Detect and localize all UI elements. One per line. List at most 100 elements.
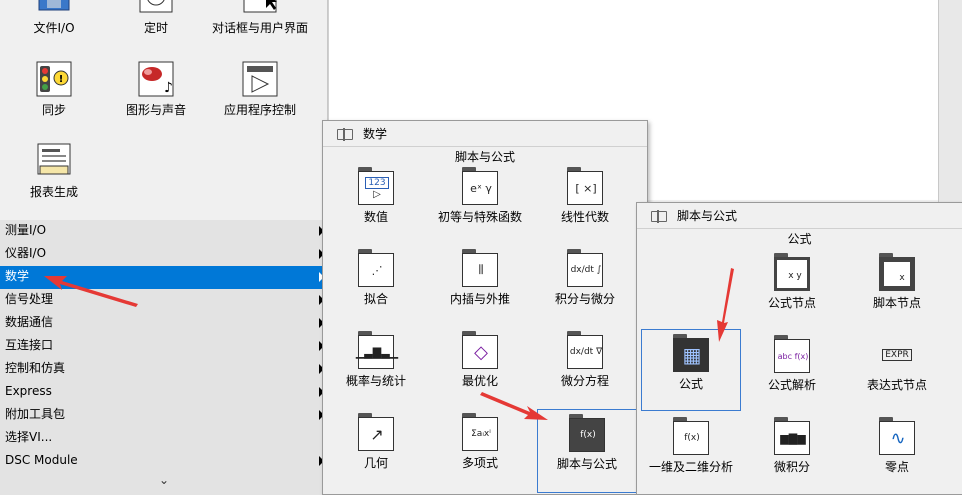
probability-icon: ▁▃▇▃▁ [356,331,398,371]
script-formula-icon: f(x) [567,414,607,454]
palette-item-formula[interactable]: ▦ 公式 [641,329,741,411]
graphics-sound-icon: ♪ [138,61,174,97]
subpalette-title: 数学 [363,127,388,141]
subpalette-title-bar: 数学 [323,121,647,147]
menu-item-connectivity[interactable]: 互连接口 [0,335,328,358]
menu-item-label: 测量I/O [5,223,47,237]
labview-palette-screen: 文件I/O 定时 对话框与用户界面 ! 同步 ♪ 图形与声音 应用程序控制 报表… [0,0,962,495]
palette-item-report[interactable]: 报表生成 [4,142,104,200]
menu-item-select-vi[interactable]: 选择VI... [0,427,328,450]
menu-item-label: 仪器I/O [5,246,47,260]
palette-item-sync[interactable]: ! 同步 [4,60,104,118]
palette-item-label: 微积分 [773,460,810,474]
palette-item-script-node[interactable]: x 脚本节点 [847,253,947,311]
subpalette-title: 脚本与公式 [677,209,738,223]
palette-item-graphics-sound[interactable]: ♪ 图形与声音 [106,60,206,118]
palette-item-label: 脚本与公式 [556,457,617,471]
sync-icon: ! [36,61,72,97]
subpalette-title-bar: 脚本与公式 [637,203,962,229]
palette-item-formula-parsing[interactable]: abc f(x) 公式解析 [742,335,842,393]
palette-item-interpolation[interactable]: ⫼ 内插与外推 [430,249,530,307]
palette-item-integration[interactable]: dx/dt ∫ 积分与微分 [535,249,635,307]
palette-item-label: 内插与外推 [449,292,510,306]
menu-item-control-simulation[interactable]: 控制和仿真 [0,358,328,381]
palette-item-formula-node[interactable]: x y 公式节点 [742,253,842,311]
palette-item-label: 一维及二维分析 [648,460,733,474]
palette-item-zeroes[interactable]: ∿ 零点 [847,417,947,475]
menu-item-label: 信号处理 [5,292,54,306]
palette-item-file-io[interactable]: 文件I/O [4,0,104,36]
palette-item-calculus[interactable]: ▆▇▆ 微积分 [742,417,842,475]
palette-item-numeric[interactable]: 123 ▷ 数值 [326,167,426,225]
palette-item-probability[interactable]: ▁▃▇▃▁ 概率与统计 [326,331,426,389]
palette-item-expression-node[interactable]: EXPR 表达式节点 [847,335,947,393]
menu-item-label: 附加工具包 [5,407,66,421]
menu-item-signal-processing[interactable]: 信号处理 [0,289,328,312]
palette-item-label: 线性代数 [560,210,609,224]
palette-item-label: 同步 [41,103,66,117]
palette-item-label: 文件I/O [33,21,75,35]
differential-equations-icon: dx/dt ∇ [565,331,605,371]
palette-item-optimization[interactable]: ◇ 最优化 [430,331,530,389]
palette-item-label: 最优化 [461,374,498,388]
palette-item-label: 积分与微分 [554,292,615,306]
palette-category-menu: 测量I/O 仪器I/O 数学 信号处理 数据通信 互连接口 控制和仿真 Expr… [0,220,328,473]
menu-item-express[interactable]: Express [0,381,328,404]
menu-item-addons[interactable]: 附加工具包 [0,404,328,427]
menu-item-label: 选择VI... [5,430,53,444]
palette-item-timing[interactable]: 定时 [106,0,206,36]
palette-item-label: 初等与特殊函数 [437,210,522,224]
subpalette-tooltip: 脚本与公式 [454,150,515,164]
elementary-functions-icon: eˣ γ [460,167,500,207]
palette-item-polynomial[interactable]: Σaᵢxⁱ 多项式 [430,413,530,471]
expression-node-icon: EXPR [877,335,917,375]
menu-item-measurement-io[interactable]: 测量I/O [0,220,328,243]
menu-item-data-communication[interactable]: 数据通信 [0,312,328,335]
interpolation-icon: ⫼ [460,249,500,289]
geometry-icon: ↗ [356,413,396,453]
zeroes-icon: ∿ [877,417,917,457]
pin-icon[interactable] [651,210,667,223]
menu-item-label: 互连接口 [5,338,54,352]
palette-item-label: 多项式 [461,456,498,470]
integration-icon: dx/dt ∫ [565,249,605,289]
math-subpalette: 数学 脚本与公式 123 ▷ 数值 eˣ γ 初等与特殊函数 [ ×] 线性代数 … [322,120,648,495]
palette-item-elementary-functions[interactable]: eˣ γ 初等与特殊函数 [430,167,530,225]
palette-item-dialog-ui[interactable]: 对话框与用户界面 [210,0,310,36]
dialog-ui-icon [243,0,277,13]
formula-parsing-icon: abc f(x) [772,335,812,375]
svg-text:♪: ♪ [164,80,173,96]
numeric-icon: 123 ▷ [356,167,396,207]
chevron-down-icon: ⌄ [158,473,170,487]
menu-item-math[interactable]: 数学 [0,266,328,289]
menu-item-instrument-io[interactable]: 仪器I/O [0,243,328,266]
palette-item-label: 概率与统计 [345,374,406,388]
palette-item-differential-equations[interactable]: dx/dt ∇ 微分方程 [535,331,635,389]
app-control-icon [242,61,278,97]
menu-item-dsc-module[interactable]: DSC Module [0,450,328,473]
palette-item-label: 拟合 [363,292,388,306]
palette-item-script-formula[interactable]: f(x) 脚本与公式 [537,409,637,493]
palette-item-label: 应用程序控制 [223,103,296,117]
pin-icon[interactable] [337,128,353,141]
palette-item-app-control[interactable]: 应用程序控制 [210,60,310,118]
palette-item-1d-2d-evaluation[interactable]: f(x) 一维及二维分析 [641,417,741,475]
palette-item-linear-algebra[interactable]: [ ×] 线性代数 [535,167,635,225]
subpalette-tooltip: 公式 [787,232,812,246]
palette-item-label: 图形与声音 [125,103,186,117]
functions-palette: 文件I/O 定时 对话框与用户界面 ! 同步 ♪ 图形与声音 应用程序控制 报表… [0,0,328,495]
palette-item-fitting[interactable]: ⋰ 拟合 [326,249,426,307]
menu-item-label: 数学 [5,269,30,283]
svg-text:!: ! [59,74,64,85]
scroll-more-button[interactable]: ⌄ [0,473,328,495]
palette-item-geometry[interactable]: ↗ 几何 [326,413,426,471]
palette-item-label: 数值 [363,210,388,224]
palette-item-label: 公式节点 [767,296,816,310]
evaluation-icon: f(x) [671,417,711,457]
menu-item-label: 数据通信 [5,315,54,329]
palette-item-label: 报表生成 [29,185,78,199]
palette-item-label: 微分方程 [560,374,609,388]
palette-item-label: 脚本节点 [872,296,921,310]
script-formula-subpalette: 脚本与公式 公式 x y 公式节点 x 脚本节点 ▦ 公式 abc f(x) 公… [636,202,962,495]
menu-item-label: Express [5,384,52,398]
